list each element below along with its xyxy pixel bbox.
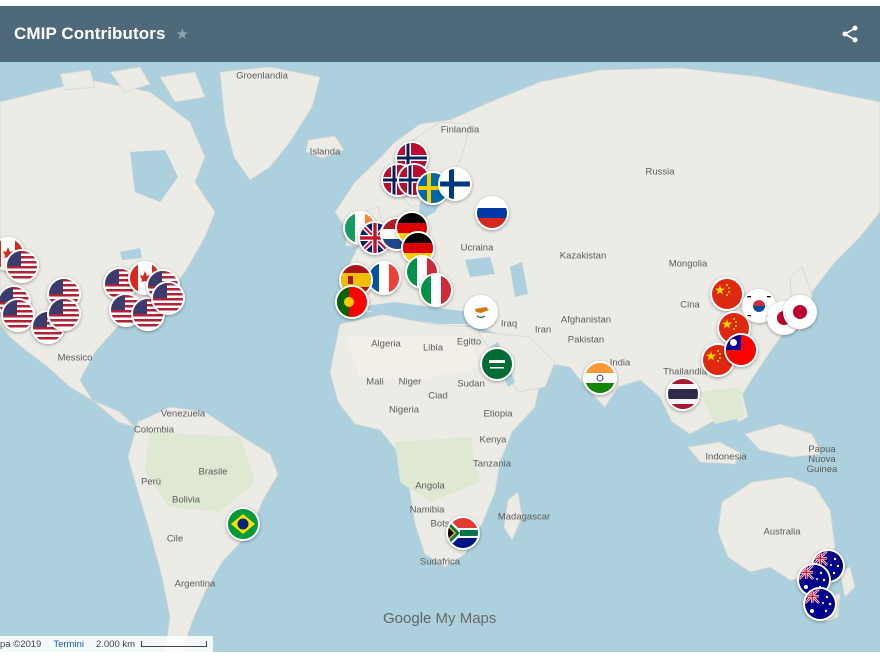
terms-link[interactable]: Termini [53, 639, 84, 650]
jp-flag-icon [785, 297, 815, 327]
us-flag-icon [7, 251, 37, 281]
label-sudan: Sudan [457, 378, 485, 390]
flag-marker-italy[interactable] [419, 273, 453, 307]
flag-marker-russia[interactable] [475, 196, 509, 230]
label-pakistan: Pakistan [567, 334, 605, 346]
flag-marker-portugal[interactable] [335, 285, 369, 319]
label-papua: Papua Nuova Guinea [806, 444, 838, 475]
flag-marker-thailand[interactable] [666, 377, 700, 411]
map-header: CMIP Contributors ★ [0, 6, 880, 62]
label-iraq: Iraq [500, 318, 518, 330]
label-peru: Perù [140, 476, 162, 488]
label-algeria: Algeria [371, 338, 401, 350]
label-finlandia: Finlandia [440, 124, 480, 136]
in-flag-icon [585, 363, 615, 393]
label-groenlandia: Groenlandia [236, 70, 288, 82]
ru-flag-icon [477, 198, 507, 228]
flag-marker-cyprus[interactable] [464, 295, 498, 329]
label-kenya: Kenya [479, 434, 507, 446]
label-etiopia: Etiopia [483, 408, 513, 420]
label-angola: Angola [415, 480, 445, 492]
flag-marker-australia[interactable] [803, 587, 837, 621]
label-bolivia: Bolivia [172, 494, 200, 506]
label-russia: Russia [645, 166, 675, 178]
us-flag-icon [49, 299, 79, 329]
label-mali: Mali [366, 376, 384, 388]
share-icon[interactable] [840, 24, 860, 44]
map-title: CMIP Contributors [14, 24, 166, 43]
label-islanda: Islanda [309, 146, 341, 158]
sa-flag-icon [482, 349, 512, 379]
label-egitto: Egitto [456, 336, 482, 348]
map-app: CMIP Contributors ★ Groenlandia Islanda … [0, 0, 880, 660]
fr-flag-icon [369, 263, 399, 293]
us-flag-icon [153, 283, 183, 313]
label-niger: Niger [398, 376, 422, 388]
label-colombia: Colombia [133, 424, 175, 436]
label-tanzania: Tanzania [472, 458, 512, 470]
label-australia: Australia [763, 526, 801, 538]
label-ucraina: Ucraina [460, 242, 494, 254]
label-cina: Cina [680, 299, 700, 311]
flag-marker-taiwan[interactable] [724, 333, 758, 367]
it-flag-icon [421, 275, 451, 305]
flag-marker-usa[interactable] [47, 297, 81, 331]
flag-marker-south-africa[interactable] [446, 516, 480, 550]
map-attribution: pa ©2019 [0, 638, 42, 650]
flag-marker-china[interactable] [710, 277, 744, 311]
flag-marker-finland[interactable] [438, 167, 472, 201]
pt-flag-icon [337, 287, 367, 317]
label-iran: Iran [534, 324, 552, 336]
cy-flag-icon [466, 297, 496, 327]
flag-marker-india[interactable] [583, 361, 617, 395]
label-nigeria: Nigeria [388, 404, 420, 416]
label-kazakistan: Kazakistan [559, 250, 607, 262]
za-flag-icon [448, 518, 478, 548]
scale-bar [141, 641, 208, 647]
map-footer: pa ©2019 Termini 2.000 km [0, 636, 214, 652]
flag-marker-usa[interactable] [151, 281, 185, 315]
label-argentina: Argentina [174, 578, 216, 590]
tw-flag-icon [726, 335, 756, 365]
mymaps-wordmark: My Maps [435, 610, 497, 627]
flag-marker-usa[interactable] [5, 249, 39, 283]
label-indonesia: Indonesia [705, 451, 747, 463]
label-venezuela: Venezuela [160, 408, 206, 420]
au-flag-icon [805, 589, 835, 619]
label-sudafrica: Sudafrica [419, 556, 461, 568]
th-flag-icon [668, 379, 698, 409]
flag-marker-brazil[interactable] [226, 507, 260, 541]
flag-marker-japan[interactable] [783, 295, 817, 329]
star-icon[interactable]: ★ [176, 25, 189, 43]
cn-flag-icon [712, 279, 742, 309]
flag-marker-usa[interactable] [1, 298, 35, 332]
flag-marker-saudi-arabia[interactable] [480, 347, 514, 381]
scale-label: 2.000 km [95, 638, 136, 650]
br-flag-icon [228, 509, 258, 539]
label-madagascar: Madagascar [497, 511, 551, 523]
label-mongolia: Mongolia [668, 258, 708, 270]
label-messico: Messico [57, 352, 93, 364]
label-libia: Libia [422, 342, 444, 354]
us-flag-icon [3, 300, 33, 330]
google-wordmark: Google [383, 610, 432, 627]
label-brasile: Brasile [198, 466, 228, 478]
label-afghanistan: Afghanistan [560, 314, 612, 326]
label-namibia: Namibia [409, 504, 445, 516]
label-ciad: Ciad [428, 390, 448, 402]
label-cile: Cile [166, 533, 184, 545]
google-my-maps-logo: Google My Maps [383, 610, 496, 627]
label-thailandia: Thailandia [663, 366, 707, 378]
world-map[interactable]: Groenlandia Islanda Finlandia Russia Ucr… [0, 62, 880, 652]
fi-flag-icon [440, 169, 470, 199]
